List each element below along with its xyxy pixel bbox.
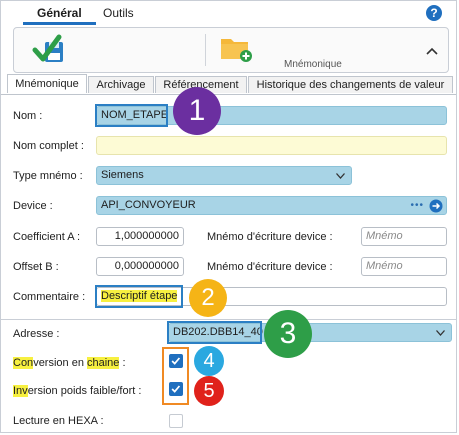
chevron-down-icon bbox=[436, 330, 445, 336]
annotation-badge-4: 4 bbox=[194, 346, 224, 376]
offset-b-label: Offset B : bbox=[13, 261, 59, 273]
device-value: API_CONVOYEUR bbox=[101, 199, 196, 211]
annotation-badge-1: 1 bbox=[173, 87, 221, 135]
chevron-down-icon bbox=[336, 173, 345, 179]
nom-label: Nom : bbox=[13, 110, 43, 122]
top-tab-bar: Général Outils ? bbox=[1, 1, 456, 25]
annotation-badge-2: 2 bbox=[189, 279, 227, 317]
type-mnemo-value: Siemens bbox=[101, 169, 144, 181]
tab-general[interactable]: Général bbox=[23, 6, 96, 25]
tab-mnemonique[interactable]: Mnémonique bbox=[7, 74, 87, 93]
offset-write-input[interactable]: Mnémo bbox=[361, 257, 447, 276]
annotation-badge-3: 3 bbox=[264, 310, 312, 358]
offset-write-label: Mnémo d'écriture device : bbox=[207, 261, 333, 273]
offset-b-input[interactable]: 0,000000000 bbox=[96, 257, 184, 276]
coefficient-a-input[interactable]: 1,000000000 bbox=[96, 227, 184, 246]
annotation-box-1 bbox=[95, 104, 168, 127]
annotation-box-3 bbox=[167, 321, 262, 344]
commentaire-label: Commentaire : bbox=[13, 291, 86, 303]
type-mnemo-label: Type mnémo : bbox=[13, 170, 83, 182]
folder-add-icon[interactable] bbox=[220, 35, 254, 63]
inversion-label: Inversion poids faible/fort : bbox=[13, 385, 142, 397]
annotation-badge-5: 5 bbox=[194, 376, 224, 406]
lecture-hexa-checkbox[interactable] bbox=[169, 414, 183, 428]
device-field[interactable]: API_CONVOYEUR ••• bbox=[96, 196, 447, 215]
nom-complet-label: Nom complet : bbox=[13, 140, 84, 152]
more-options-icon[interactable]: ••• bbox=[410, 197, 424, 214]
annotation-box-2 bbox=[95, 285, 183, 308]
device-label: Device : bbox=[13, 200, 53, 212]
nom-complet-field[interactable] bbox=[96, 136, 447, 155]
coefficient-write-input[interactable]: Mnémo bbox=[361, 227, 447, 246]
annotation-box-4-5 bbox=[162, 347, 189, 405]
ribbon-mnemonique-label: Mnémonique bbox=[284, 59, 342, 70]
tab-historique[interactable]: Historique des changements de valeur bbox=[248, 76, 453, 93]
ribbon-divider bbox=[205, 34, 206, 66]
mnemonic-properties-panel: Général Outils ? Mnémonique Mnémonique A… bbox=[0, 0, 457, 433]
conversion-label: Conversion en chaine : bbox=[13, 357, 126, 369]
coefficient-a-label: Coefficient A : bbox=[13, 231, 81, 243]
lecture-hexa-label: Lecture en HEXA : bbox=[13, 415, 104, 427]
save-check-icon[interactable] bbox=[32, 32, 68, 68]
adresse-label: Adresse : bbox=[13, 328, 60, 340]
navigate-arrow-icon[interactable] bbox=[429, 199, 443, 213]
chevron-up-icon[interactable] bbox=[426, 46, 438, 56]
tab-outils[interactable]: Outils bbox=[103, 6, 134, 20]
section-separator bbox=[1, 319, 456, 320]
type-mnemo-select[interactable]: Siemens bbox=[96, 166, 352, 185]
sub-tab-bar: Mnémonique Archivage Référencement Histo… bbox=[1, 74, 456, 95]
tab-archivage[interactable]: Archivage bbox=[88, 76, 154, 93]
ribbon: Mnémonique bbox=[13, 27, 449, 73]
coefficient-write-label: Mnémo d'écriture device : bbox=[207, 231, 333, 243]
help-icon[interactable]: ? bbox=[426, 5, 442, 21]
